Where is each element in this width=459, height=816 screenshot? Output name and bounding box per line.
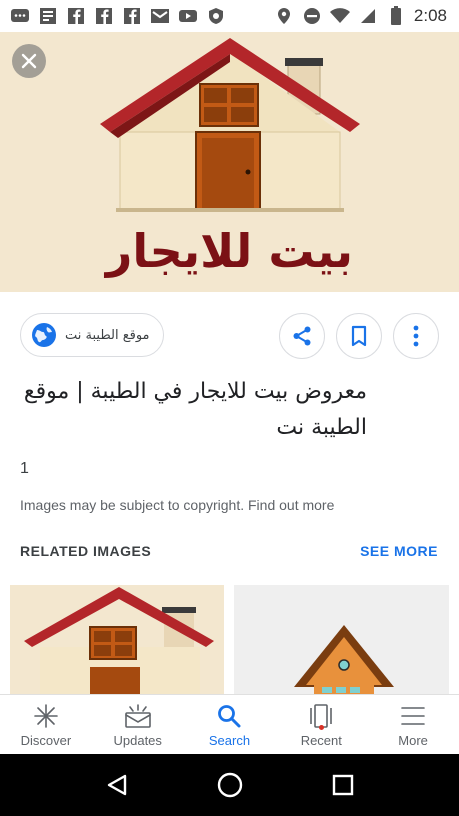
search-icon xyxy=(215,703,243,729)
hero-image[interactable]: بيت للايجار xyxy=(0,32,459,292)
more-vert-icon xyxy=(413,325,419,347)
hero-caption: بيت للايجار xyxy=(105,224,354,278)
asterisk-icon xyxy=(32,703,60,729)
bookmark-button[interactable] xyxy=(336,313,382,359)
copyright-text: Images may be subject to copyright. xyxy=(20,497,245,513)
share-button[interactable] xyxy=(279,313,325,359)
find-out-more-link[interactable]: Find out more xyxy=(248,497,334,513)
overview-button[interactable] xyxy=(323,765,363,805)
related-image-thumbnail[interactable] xyxy=(234,585,449,695)
nav-more[interactable]: More xyxy=(367,695,459,754)
messages-icon xyxy=(10,7,30,25)
location-icon xyxy=(274,7,294,25)
globe-icon xyxy=(32,323,56,347)
related-images-header: RELATED IMAGES xyxy=(20,543,152,559)
see-more-button[interactable]: SEE MORE xyxy=(360,543,438,559)
facebook-icon xyxy=(122,7,142,25)
home-icon xyxy=(217,772,242,798)
bottom-navigation: Discover Updates Search Recent More xyxy=(0,694,459,754)
system-icons: 2:08 xyxy=(274,6,447,26)
close-icon xyxy=(21,53,37,69)
image-title[interactable]: معروض بيت للايجار في الطيبة | موقع الطيب… xyxy=(20,374,367,446)
wifi-icon xyxy=(329,7,350,25)
gmail-icon xyxy=(150,7,170,25)
facebook-icon xyxy=(66,7,86,25)
notification-dot xyxy=(319,725,325,730)
title-line-2: الطيبة نت xyxy=(276,415,367,440)
news-icon xyxy=(38,7,58,25)
nav-search[interactable]: Search xyxy=(184,695,276,754)
nav-label: Discover xyxy=(20,733,72,748)
back-icon xyxy=(107,774,126,796)
home-button[interactable] xyxy=(210,765,250,805)
nav-label: Updates xyxy=(113,733,162,748)
close-button[interactable] xyxy=(12,44,46,78)
clock: 2:08 xyxy=(413,6,447,25)
bookmark-icon xyxy=(351,325,367,347)
signal-icon xyxy=(358,7,378,25)
battery-icon xyxy=(386,6,406,25)
more-options-button[interactable] xyxy=(393,313,439,359)
updates-icon xyxy=(124,703,152,729)
recents-square-icon xyxy=(332,774,353,796)
house-thumbnail xyxy=(24,587,214,695)
dnd-icon xyxy=(302,7,322,25)
title-line-1: معروض بيت للايجار في الطيبة | موقع xyxy=(23,379,367,404)
image-count: 1 xyxy=(20,460,29,477)
nav-recent[interactable]: Recent xyxy=(275,695,367,754)
source-chip[interactable]: موقع الطيبة نت xyxy=(20,313,164,357)
nav-updates[interactable]: Updates xyxy=(92,695,184,754)
related-image-thumbnail[interactable] xyxy=(10,585,224,695)
house-thumbnail xyxy=(294,625,394,695)
menu-icon xyxy=(399,703,427,729)
copyright-notice: Images may be subject to copyright. Find… xyxy=(20,497,334,513)
youtube-icon xyxy=(178,7,198,25)
nav-discover[interactable]: Discover xyxy=(0,695,92,754)
back-button[interactable] xyxy=(97,765,137,805)
status-bar: 2:08 xyxy=(0,0,459,32)
facebook-icon xyxy=(94,7,114,25)
nav-label: Search xyxy=(208,733,251,748)
source-label: موقع الطيبة نت xyxy=(65,327,150,343)
notification-icons xyxy=(10,7,226,25)
shield-icon xyxy=(206,7,226,25)
system-navigation-bar xyxy=(0,754,459,816)
nav-label: More xyxy=(398,733,428,748)
nav-label: Recent xyxy=(300,733,342,748)
share-icon xyxy=(293,326,311,346)
